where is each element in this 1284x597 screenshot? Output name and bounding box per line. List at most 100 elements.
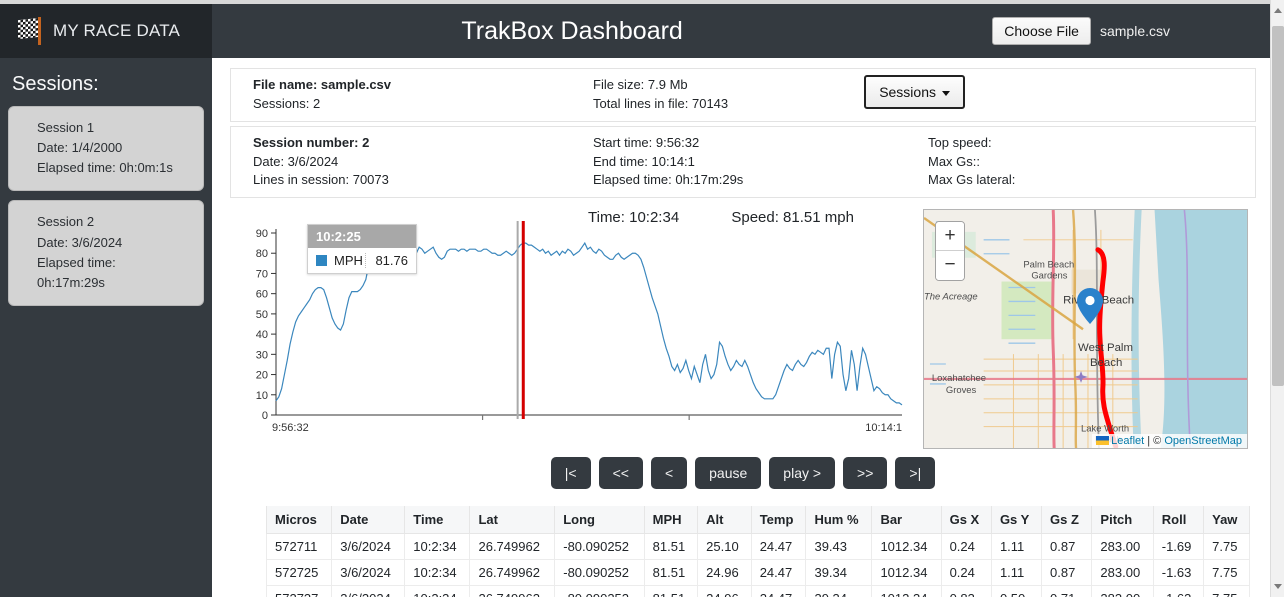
table-cell: 39.34: [805, 559, 873, 587]
control-step-back-button[interactable]: <: [650, 457, 688, 490]
map-marker-icon[interactable]: [1077, 288, 1103, 325]
leaflet-link[interactable]: Leaflet: [1111, 435, 1144, 447]
table-cell: 26.749962: [469, 585, 556, 597]
control-fast-forward-button[interactable]: >>: [843, 457, 888, 490]
table-cell: 0.71: [1041, 585, 1093, 597]
speed-chart[interactable]: Time: 10:2:34 Speed: 81.51 mph 0 10 20 30 40…: [248, 207, 908, 445]
table-header-long: Long: [554, 506, 645, 535]
session-info-col-mid: Start time: 9:56:32 End time: 10:14:1 El…: [593, 134, 928, 191]
table-cell: 283.00: [1091, 585, 1154, 597]
control-pause-button[interactable]: pause: [695, 457, 762, 490]
table-cell: 0.24: [940, 559, 992, 587]
table-cell: 1012.34: [871, 533, 942, 561]
table-header-roll: Roll: [1152, 506, 1205, 535]
max-gs-value: Max Gs::: [928, 153, 981, 169]
gps-map[interactable]: Palm Beach Gardens The Acreage Riviera B…: [923, 209, 1248, 450]
control-rewind-button[interactable]: <<: [598, 457, 643, 490]
scroll-down-icon[interactable]: [1274, 584, 1282, 589]
main-content: File name: sample.csv Sessions: 2 File s…: [212, 58, 1270, 597]
x-tick-label-start: 9:56:32: [272, 422, 309, 434]
session-2-date: Date: 3/6/2024: [37, 234, 123, 250]
table-cell: 1.11: [990, 559, 1043, 587]
session-start-time: Start time: 9:56:32: [593, 134, 700, 150]
session-lines-value: Lines in session: 70073: [253, 172, 389, 188]
table-header-hum: Hum %: [805, 506, 873, 535]
control-skip-end-button[interactable]: >|: [895, 457, 936, 490]
table-cell: 26.749962: [469, 533, 556, 561]
svg-text:Palm Beach: Palm Beach: [1023, 260, 1074, 271]
file-picker: Choose File sample.csv: [992, 17, 1170, 45]
zoom-in-button[interactable]: +: [936, 222, 964, 252]
table-cell: 1012.34: [871, 585, 942, 597]
scrollbar-thumb[interactable]: [1272, 26, 1284, 386]
sidebar-item-session-1[interactable]: Session 1 Date: 1/4/2000 Elapsed time: 0…: [8, 106, 204, 192]
table-cell: 283.00: [1091, 559, 1154, 587]
table-cell: 0.83: [940, 585, 992, 597]
telemetry-table-wrap: Micros Date Time Lat Long MPH Alt Temp Hum % Bar G…: [230, 506, 1256, 597]
control-play-button[interactable]: play >: [769, 457, 836, 490]
tooltip-body: MPH 81.76: [308, 248, 416, 273]
session-2-name: Session 2: [37, 214, 95, 230]
table-cell: 81.51: [643, 533, 699, 561]
control-skip-start-button[interactable]: |<: [550, 457, 591, 490]
sidebar-item-session-2[interactable]: Session 2 Date: 3/6/2024 Elapsed time: 0…: [8, 200, 204, 306]
table-header-micros: Micros: [265, 506, 333, 535]
y-tick-label: 70: [256, 269, 268, 281]
table-row[interactable]: 572725 3/6/2024 10:2:34 26.749962 -80.090252…: [265, 559, 1250, 587]
sessions-dropdown-button[interactable]: Sessions: [864, 75, 965, 110]
table-cell: 1.11: [990, 533, 1043, 561]
table-row[interactable]: 5727373/6/202410:2:3426.749962-80.090252…: [265, 585, 1250, 597]
table-cell: -1.63: [1152, 559, 1205, 587]
svg-text:Gardens: Gardens: [1031, 271, 1067, 282]
table-row[interactable]: 572711 3/6/2024 10:2:34 26.749962 -80.090252…: [265, 533, 1250, 561]
y-tick-label: 30: [256, 350, 268, 362]
file-name-value: File name: sample.csv: [253, 77, 392, 92]
y-tick-label: 50: [256, 309, 268, 321]
table-header-gs-x: Gs X: [940, 506, 992, 535]
table-cell: 10:2:34: [404, 559, 471, 587]
y-tick-label: 60: [256, 289, 268, 301]
scroll-up-icon[interactable]: [1274, 8, 1282, 13]
top-speed-value: Top speed:: [928, 134, 992, 150]
sessions-dropdown-label: Sessions: [879, 84, 936, 100]
app-root: MY RACE DATA TrakBox Dashboard Choose Fi…: [0, 0, 1284, 597]
map-canvas: Palm Beach Gardens The Acreage Riviera B…: [924, 210, 1247, 449]
table-cell: 26.749962: [469, 559, 556, 587]
table-header-pitch: Pitch: [1091, 506, 1154, 535]
file-info-col-left: File name: sample.csv Sessions: 2: [253, 76, 593, 114]
y-tick-label: 20: [256, 370, 268, 382]
tooltip-time: 10:2:25: [308, 225, 416, 249]
app-header: MY RACE DATA TrakBox Dashboard Choose Fi…: [0, 4, 1270, 58]
table-cell: -80.090252: [554, 559, 645, 587]
table-cell: 25.10: [697, 533, 752, 561]
session-info-panel: Session number: 2 Date: 3/6/2024 Lines i…: [230, 125, 1256, 199]
table-cell: 572737: [265, 585, 333, 597]
svg-text:Beach: Beach: [1090, 357, 1122, 369]
x-tick-label-end: 10:14:1: [865, 422, 902, 434]
page-scrollbar[interactable]: [1270, 0, 1284, 597]
svg-text:West Palm: West Palm: [1078, 342, 1133, 354]
svg-text:Lake Worth: Lake Worth: [1081, 424, 1129, 435]
table-cell: -1.63: [1152, 585, 1205, 597]
table-header-gs-z: Gs Z: [1041, 506, 1093, 535]
openstreetmap-link[interactable]: OpenStreetMap: [1164, 435, 1242, 447]
session-2-elapsed-value: 0h:17m:29s: [37, 274, 105, 290]
zoom-out-button[interactable]: −: [936, 251, 964, 281]
table-cell: -80.090252: [554, 585, 645, 597]
visualization-row: Time: 10:2:34 Speed: 81.51 mph 0 10 20 30 40…: [230, 207, 1256, 453]
choose-file-button[interactable]: Choose File: [992, 17, 1091, 45]
table-cell: 24.47: [750, 533, 807, 561]
y-tick-label: 0: [262, 410, 268, 422]
table-cell: 10:2:34: [404, 533, 471, 561]
table-cell: 3/6/2024: [331, 533, 406, 561]
table-header-mph: MPH: [643, 506, 699, 535]
table-cell: 572725: [265, 559, 333, 587]
table-cell: 10:2:34: [404, 585, 471, 597]
table-cell: 572711: [265, 533, 333, 561]
table-cell: 283.00: [1091, 533, 1154, 561]
readout-speed: Speed: 81.51 mph: [731, 209, 854, 227]
table-cell: 24.96: [697, 585, 752, 597]
session-info-col-left: Session number: 2 Date: 3/6/2024 Lines i…: [253, 134, 593, 191]
map-zoom-controls[interactable]: + −: [935, 221, 965, 282]
table-cell: -1.69: [1152, 533, 1205, 561]
